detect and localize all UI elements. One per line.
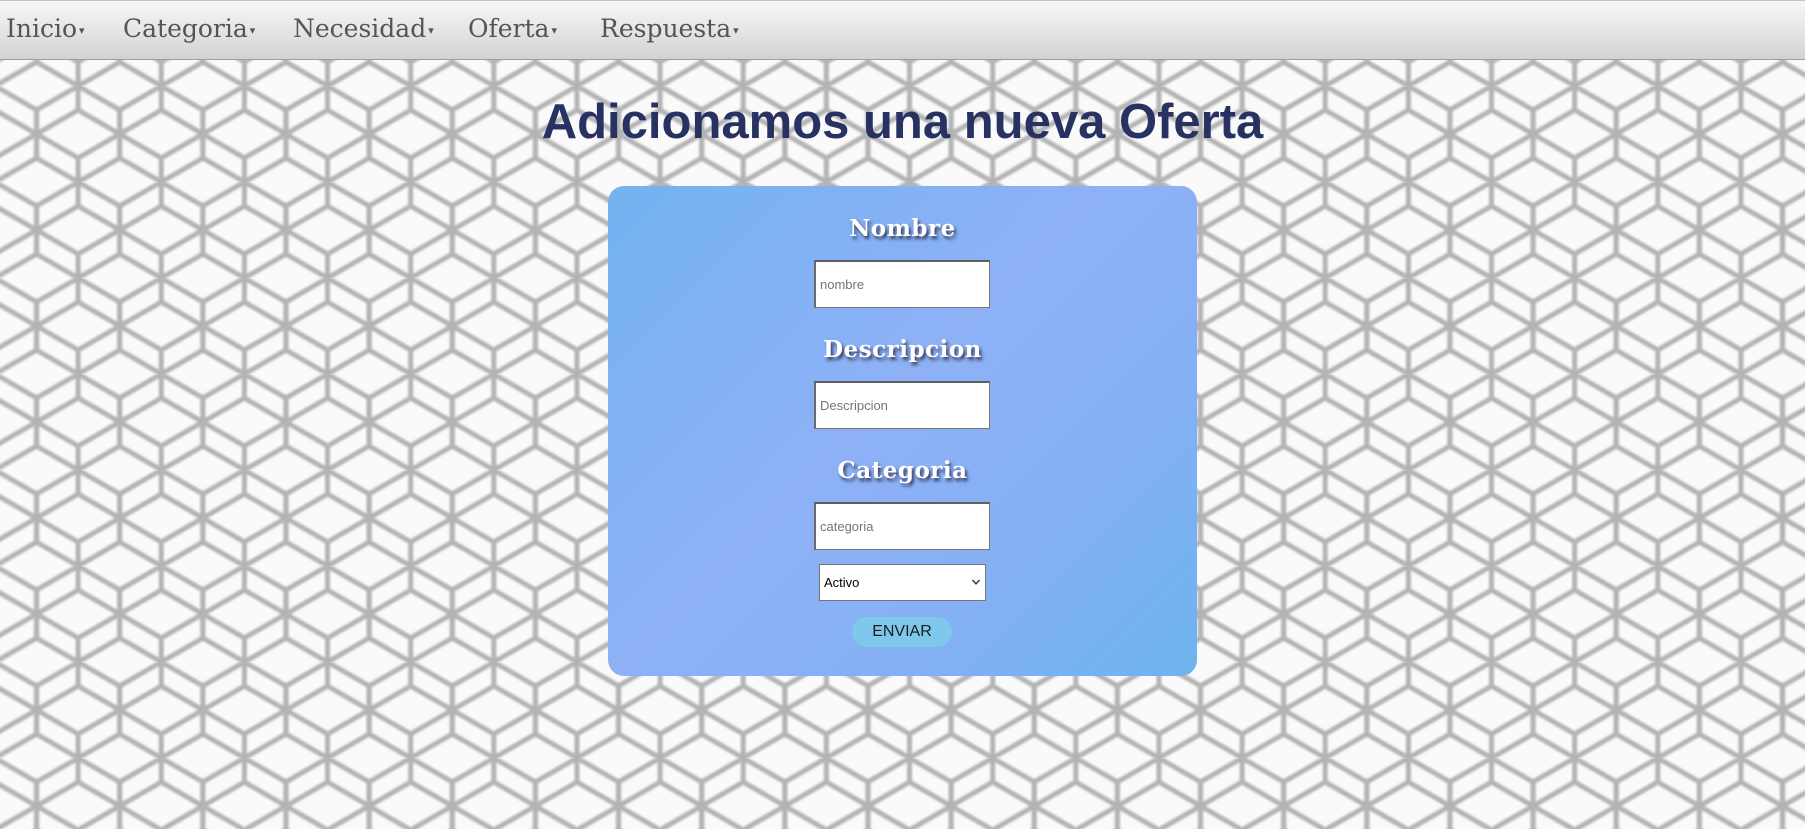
- nav-item-respuesta[interactable]: Respuesta ▾: [600, 1, 739, 59]
- descripcion-label: Descripcion: [823, 336, 982, 363]
- nombre-label: Nombre: [849, 215, 956, 242]
- categoria-input[interactable]: [814, 502, 990, 550]
- nav-item-label: Inicio: [6, 14, 78, 43]
- new-offer-form: Nombre Descripcion Categoria Activo ENVI…: [608, 186, 1197, 676]
- nav-item-oferta[interactable]: Oferta ▾: [468, 1, 557, 59]
- caret-down-icon: ▾: [733, 24, 739, 37]
- estado-select-value: Activo: [824, 575, 860, 590]
- caret-down-icon: ▾: [428, 24, 434, 37]
- caret-down-icon: ▾: [79, 24, 85, 37]
- nav-item-label: Necesidad: [293, 14, 427, 43]
- caret-down-icon: ▾: [551, 24, 557, 37]
- page-title: Adicionamos una nueva Oferta: [541, 95, 1264, 149]
- enviar-button[interactable]: ENVIAR: [852, 617, 952, 647]
- caret-down-icon: ▾: [249, 24, 256, 37]
- top-navbar: Inicio ▾ Categoria ▾ Necesidad ▾ Oferta ▾ Re…: [0, 0, 1805, 60]
- nav-item-categoria[interactable]: Categoria ▾: [123, 1, 255, 59]
- nav-item-label: Categoria: [123, 14, 248, 43]
- nav-item-label: Respuesta: [600, 14, 732, 43]
- descripcion-input[interactable]: [814, 381, 990, 429]
- nav-item-inicio[interactable]: Inicio ▾: [6, 1, 85, 59]
- nav-item-label: Oferta: [468, 14, 550, 43]
- nav-item-necesidad[interactable]: Necesidad ▾: [293, 1, 434, 59]
- categoria-label: Categoria: [837, 457, 968, 484]
- chevron-down-icon: [971, 579, 981, 585]
- nombre-input[interactable]: [814, 260, 990, 308]
- estado-select[interactable]: Activo: [819, 564, 986, 601]
